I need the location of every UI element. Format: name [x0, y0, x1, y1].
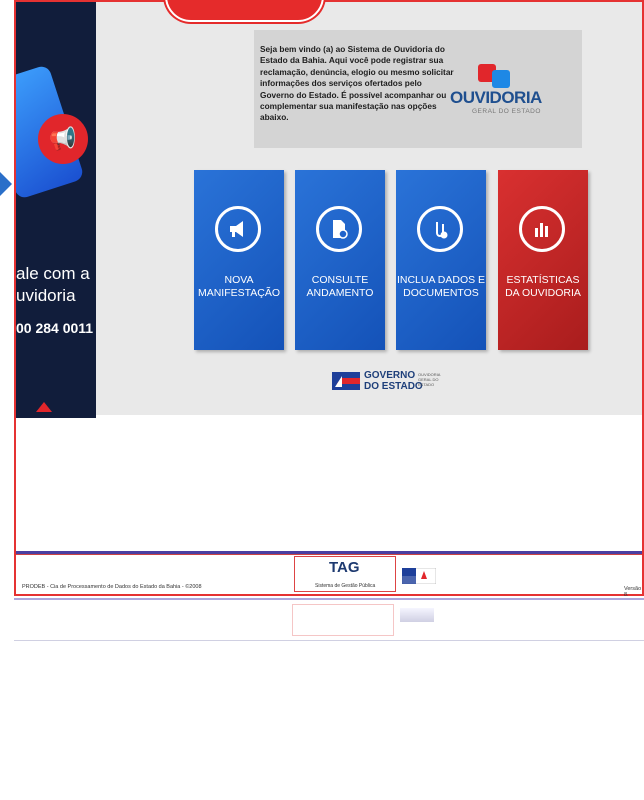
banner-phone: 00 284 0011: [16, 320, 94, 336]
bahia-flag-icon: [332, 372, 360, 390]
logo-word: OUVIDORIA: [450, 88, 542, 107]
governo-logo: GOVERNO DO ESTADO OUVIDORIA GERAL DO ESTAD…: [332, 368, 452, 394]
megaphone-icon: [215, 206, 261, 252]
tag-logo: TAG Sistema de Gestão Pública: [294, 556, 396, 592]
reflection-line: [14, 640, 644, 641]
tile-label: ESTATÍSTICAS DA OUVIDORIA: [505, 274, 581, 299]
welcome-text: Seja bem vindo (a) ao Sistema de Ouvidor…: [260, 44, 454, 123]
tile-inclua-dados[interactable]: INCLUA DADOS E DOCUMENTOS: [396, 170, 486, 350]
footer-version: Versão 8.: [624, 586, 642, 598]
main-frame: 📢 ale com a uvidoria 00 284 0011 Seja be…: [14, 0, 644, 598]
highlight-bubble: [165, 0, 324, 22]
page-reflection: [14, 598, 644, 800]
banner-line-1: ale com a: [16, 264, 90, 283]
tile-consulte-andamento[interactable]: CONSULTE ANDAMENTO: [295, 170, 385, 350]
reflection-divider: [14, 598, 644, 600]
tile-nova-manifestacao[interactable]: NOVA MANIFESTAÇÃO: [194, 170, 284, 350]
tile-label: CONSULTE ANDAMENTO: [306, 274, 374, 299]
gov-text-2: DO ESTADO: [364, 381, 423, 392]
chevron-right-icon: [0, 172, 12, 196]
tile-label: INCLUA DADOS E DOCUMENTOS: [396, 274, 486, 299]
tile-estatisticas[interactable]: ESTATÍSTICAS DA OUVIDORIA: [498, 170, 588, 350]
footer-copyright: PRODEB - Cia de Processamento de Dados d…: [22, 584, 202, 590]
bar-chart-icon: [519, 206, 565, 252]
megaphone-badge-icon: 📢: [38, 114, 88, 164]
tag-logo-subtitle: Sistema de Gestão Pública: [315, 583, 376, 589]
gov-text-1: GOVERNO: [364, 370, 416, 381]
welcome-box: Seja bem vindo (a) ao Sistema de Ouvidor…: [254, 30, 582, 148]
reflection-tag-logo: [292, 604, 394, 636]
ouvidoria-banner[interactable]: 📢 ale com a uvidoria 00 284 0011: [16, 2, 96, 418]
bahia-flag-small-icon: [402, 568, 436, 584]
triangle-marker-icon: [36, 402, 52, 412]
logo-bubble-blue: [492, 70, 510, 88]
logo-subtitle: GERAL DO ESTADO: [472, 108, 541, 115]
reflection-flag: [400, 608, 434, 622]
document-gear-icon: [316, 206, 362, 252]
banner-line-2: uvidoria: [16, 286, 76, 305]
footer-divider-red: [16, 554, 642, 555]
ouvidoria-logo: OUVIDORIA GERAL DO ESTADO: [450, 64, 560, 124]
tag-logo-text: TAG: [329, 559, 360, 576]
tile-label: NOVA MANIFESTAÇÃO: [197, 274, 281, 299]
gov-small-2: GERAL DO ESTADO: [418, 377, 439, 387]
paperclip-icon: [417, 206, 463, 252]
